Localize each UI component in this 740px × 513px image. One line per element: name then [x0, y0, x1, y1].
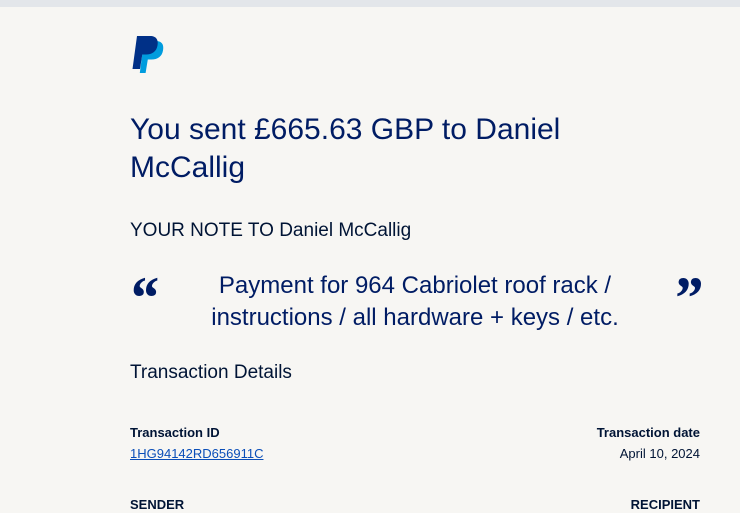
transaction-date-value: April 10, 2024: [619, 446, 700, 461]
paypal-logo-icon: [132, 36, 164, 73]
close-quote-icon: ”: [672, 265, 702, 331]
transaction-id-link[interactable]: 1HG94142RD656911C: [130, 446, 263, 462]
open-quote-icon: “: [128, 265, 158, 331]
payment-note: Payment for 964 Cabriolet roof rack / in…: [211, 272, 619, 331]
top-bar: [0, 0, 740, 7]
sender-label: SENDER: [130, 497, 185, 512]
transaction-details-title: Transaction Details: [130, 362, 292, 383]
transaction-date-label: Transaction date: [596, 425, 700, 440]
recipient-label: RECIPIENT: [630, 497, 700, 512]
note-label: YOUR NOTE TO Daniel McCallig: [130, 220, 412, 241]
transaction-id-label: Transaction ID: [130, 425, 220, 440]
payment-headline: You sent £665.63 GBP to Daniel McCallig: [130, 113, 561, 184]
